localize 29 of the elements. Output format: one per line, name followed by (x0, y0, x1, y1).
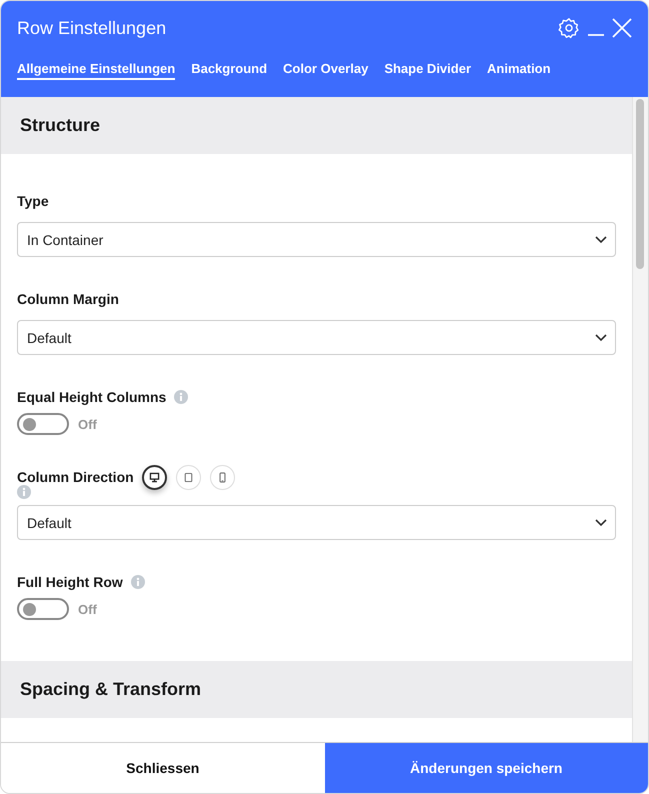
section-header: Spacing & Transform (1, 661, 632, 718)
device-button[interactable] (142, 464, 167, 490)
select-field[interactable]: Default (17, 505, 616, 540)
scrollbar[interactable] (632, 97, 648, 742)
tab[interactable]: Animation (487, 61, 551, 80)
window-title: Row Einstellungen (17, 18, 168, 38)
save-button[interactable]: Änderungen speichern (324, 743, 648, 793)
tab[interactable]: Color Overlay (283, 61, 368, 80)
toggle-switch[interactable] (17, 598, 69, 620)
tab[interactable]: Shape Divider (384, 61, 472, 80)
tab[interactable]: Background (191, 61, 268, 80)
tab[interactable]: Allgemeine Einstellungen (17, 61, 176, 80)
field-label: Type (17, 193, 49, 209)
field-label: Equal Height Columns (17, 389, 166, 405)
select-field[interactable]: Default (17, 320, 616, 355)
chevron-down-icon (595, 518, 607, 526)
field-label: Full Height Row (17, 574, 123, 590)
desktop-icon (148, 470, 161, 484)
select-field[interactable]: In Container (17, 222, 616, 257)
close-icon[interactable] (612, 18, 632, 38)
field-label: Column Direction (17, 469, 134, 485)
toggle-switch[interactable] (17, 413, 69, 435)
toggle-state: Off (78, 602, 97, 616)
section-header: Structure (1, 97, 632, 154)
field-label: Column Margin (17, 291, 119, 307)
toggle-state: Off (78, 416, 97, 432)
chevron-down-icon (595, 236, 607, 244)
chevron-down-icon (595, 334, 607, 342)
settings-icon[interactable] (558, 17, 580, 39)
